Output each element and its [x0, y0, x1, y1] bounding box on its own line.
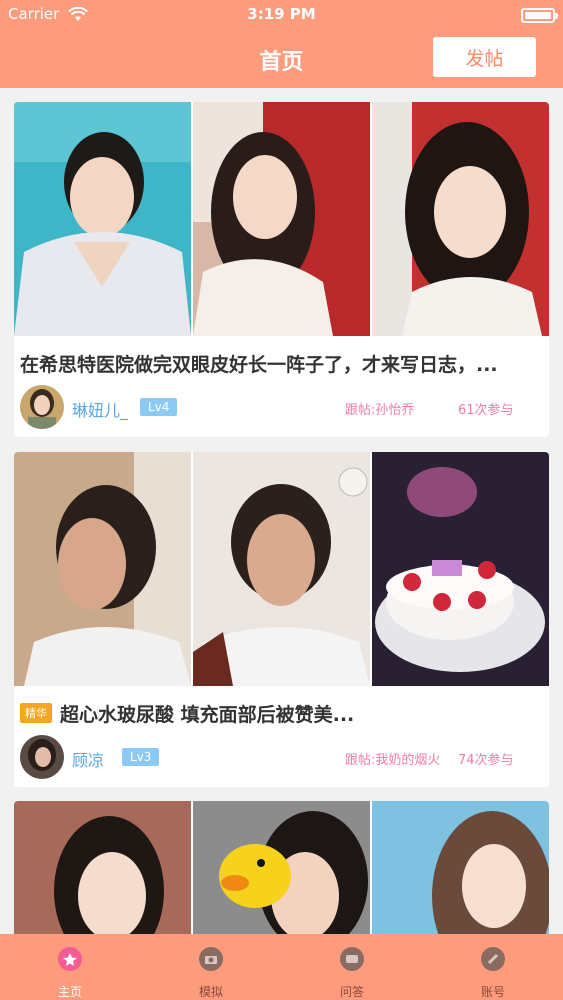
- tab-label: 问答: [339, 985, 364, 999]
- photo-strip: [14, 102, 549, 336]
- simulate-icon: [199, 947, 223, 971]
- post-photo: [372, 452, 549, 686]
- new-post-button[interactable]: 发帖: [433, 37, 536, 77]
- last-reply: 跟帖:孙怡乔: [345, 403, 415, 418]
- home-icon: [58, 947, 82, 971]
- post-title-text: 超心水玻尿酸 填充面部后被赞美...: [60, 703, 355, 726]
- tab-qa[interactable]: 问答: [282, 934, 422, 1000]
- tab-home[interactable]: 主页: [0, 934, 140, 1000]
- featured-badge: 精华: [20, 703, 52, 723]
- photo-strip: [14, 452, 549, 686]
- post-card[interactable]: 精华 超心水玻尿酸 填充面部后被赞美... 顾凉 Lv3 跟帖:我奶的烟火 74…: [14, 452, 549, 787]
- tab-bar: 主页 模拟 问答 账号: [0, 934, 563, 1000]
- post-photo: [14, 801, 191, 934]
- last-reply: 跟帖:我奶的烟火: [345, 753, 441, 768]
- tab-simulate[interactable]: 模拟: [141, 934, 281, 1000]
- post-title[interactable]: 精华 超心水玻尿酸 填充面部后被赞美...: [20, 698, 354, 728]
- level-badge: Lv4: [140, 398, 178, 416]
- participation-count: 74次参与: [458, 753, 514, 768]
- post-title[interactable]: 在希思特医院做完双眼皮好长一阵子了，才来写日志，...: [20, 348, 498, 378]
- level-badge: Lv3: [122, 748, 160, 766]
- post-photo: [372, 102, 549, 336]
- qa-icon: [340, 947, 364, 971]
- battery-icon: [521, 8, 558, 23]
- participation-count: 61次参与: [458, 403, 514, 418]
- navigation-bar: 首页 发帖: [0, 30, 563, 88]
- post-photo: [193, 452, 370, 686]
- tab-label: 账号: [480, 985, 505, 999]
- account-icon: [481, 947, 505, 971]
- username[interactable]: 琳妞儿_: [72, 397, 128, 421]
- username[interactable]: 顾凉: [72, 747, 104, 771]
- post-title-text: 在希思特医院做完双眼皮好长一阵子了，才来写日志，...: [20, 353, 498, 376]
- post-photo: [193, 102, 370, 336]
- post-card[interactable]: [14, 801, 549, 934]
- avatar[interactable]: [20, 385, 64, 429]
- post-photo: [193, 801, 370, 934]
- author-row: 琳妞儿_ Lv4 跟帖:孙怡乔 61次参与: [20, 385, 543, 429]
- tab-account[interactable]: 账号: [423, 934, 563, 1000]
- clock: 3:19 PM: [247, 5, 316, 23]
- status-bar: Carrier 3:19 PM: [0, 0, 563, 30]
- tab-label: 模拟: [198, 985, 223, 999]
- post-photo: [14, 102, 191, 336]
- tab-label: 主页: [57, 985, 82, 999]
- avatar[interactable]: [20, 735, 64, 779]
- photo-strip: [14, 801, 549, 934]
- post-photo: [372, 801, 549, 934]
- author-row: 顾凉 Lv3 跟帖:我奶的烟火 74次参与: [20, 735, 543, 779]
- post-photo: [14, 452, 191, 686]
- post-card[interactable]: 在希思特医院做完双眼皮好长一阵子了，才来写日志，... 琳妞儿_ Lv4 跟帖:…: [14, 102, 549, 437]
- post-feed[interactable]: 在希思特医院做完双眼皮好长一阵子了，才来写日志，... 琳妞儿_ Lv4 跟帖:…: [0, 88, 563, 934]
